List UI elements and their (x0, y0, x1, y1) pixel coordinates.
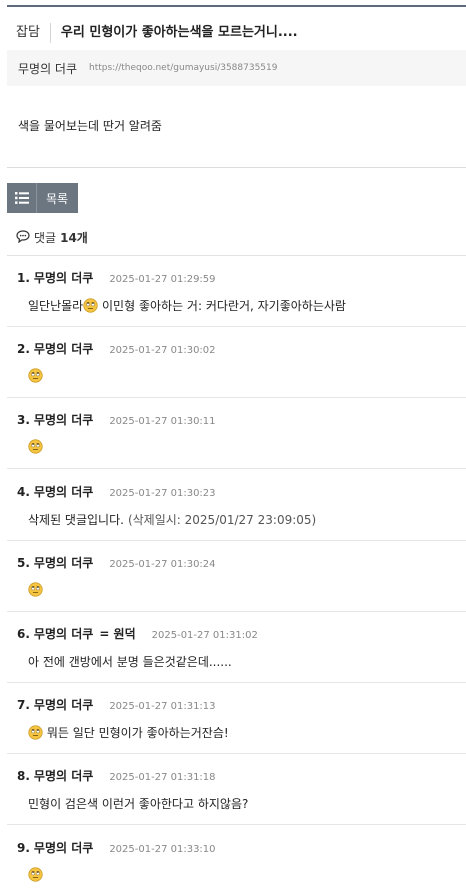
post-url[interactable]: https://theqoo.net/gumayusi/3588735519 (89, 63, 277, 73)
comment-item: 1. 무명의 더쿠 2025-01-27 01:29:59 일단난몰라 이민형 좋아하… (7, 256, 466, 327)
comment-item: 5. 무명의 더쿠 2025-01-27 01:30:24 (7, 541, 466, 612)
comment-body (28, 866, 43, 882)
comment-label: 댓글 (34, 231, 57, 245)
comment-header: 5. 무명의 더쿠 2025-01-27 01:30:24 (17, 554, 216, 571)
post-title: 우리 민형이가 좋아하는색을 모르는거니.... (60, 25, 298, 40)
comment-date: 2025-01-27 01:31:02 (151, 630, 258, 641)
post-content: 색을 물어보는데 딴거 알려줌 (18, 119, 162, 133)
comment-item: 7. 무명의 더쿠 2025-01-27 01:31:13 뭐든 일단 민형이가 좋… (7, 683, 466, 755)
comment-author: 무명의 더쿠 (33, 342, 94, 357)
comment-body (28, 368, 43, 383)
comment-text-after: 이민형 좋아하는 거: 커다란거, 자기좋아하는사람 (98, 299, 346, 313)
comment-item: 2. 무명의 더쿠 2025-01-27 01:30:02 (7, 327, 466, 399)
comment-author: 무명의 더쿠 (33, 555, 94, 570)
comment-item: 8. 무명의 더쿠 2025-01-27 01:31:18 민형이 검은색 이런거 좋… (7, 754, 466, 826)
comment-header: 3. 무명의 더쿠 2025-01-27 01:30:11 (17, 411, 216, 428)
comment-item: 9. 무명의 더쿠 2025-01-27 01:33:10 (7, 826, 466, 896)
comment-text: 민형이 검은색 이런거 좋아한다고 하지않음? (28, 797, 249, 812)
post-title-row: 잡담 우리 민형이가 좋아하는색을 모르는거니.... (7, 18, 466, 48)
comment-author: 무명의 더쿠 (33, 698, 94, 713)
comment-body: 일단난몰라 이민형 좋아하는 거: 커다란거, 자기좋아하는사람 (28, 297, 346, 314)
comment-bubble-icon (16, 229, 34, 246)
list-button-group: 목록 (7, 183, 79, 213)
comment-count-number: 14개 (60, 231, 88, 245)
comment-header: 6. 무명의 더쿠 = 원덕 2025-01-27 01:31:02 (17, 625, 258, 642)
comment-date: 2025-01-27 01:30:02 (109, 345, 216, 357)
comment-date: 2025-01-27 01:30:23 (109, 487, 216, 499)
comment-item: 4. 무명의 더쿠 2025-01-27 01:30:23 삭제된 댓글입니다. (삭제… (7, 470, 466, 541)
comment-body: 뭐든 일단 민형이가 좋아하는거잔슴! (28, 724, 229, 741)
comment-text: 삭제된 댓글입니다. (28, 512, 124, 527)
comment-count: 댓글 14개 (16, 229, 88, 246)
comment-author: 무명의 더쿠 (33, 627, 94, 641)
comment-item: 3. 무명의 더쿠 2025-01-27 01:30:11 (7, 398, 466, 470)
comment-date: 2025-01-27 01:33:10 (109, 843, 216, 855)
comment-body: 삭제된 댓글입니다. (삭제일시: 2025/01/27 23:09:05) (28, 511, 316, 528)
comment-number: 1. (17, 271, 30, 285)
comment-header: 7. 무명의 더쿠 2025-01-27 01:31:13 (17, 696, 216, 713)
comment-author: 무명의 더쿠 (33, 769, 94, 784)
comment-body: 아 전에 갠방에서 분명 들은것같은데...... (28, 653, 232, 670)
post-meta: 무명의 더쿠 https://theqoo.net/gumayusi/35887… (7, 50, 466, 86)
comment-body (28, 439, 43, 455)
content-divider (7, 167, 466, 168)
comment-header: 1. 무명의 더쿠 2025-01-27 01:29:59 (17, 269, 216, 286)
post-category[interactable]: 잡담 (7, 23, 51, 43)
face-with-rolling-eyes-icon (83, 298, 98, 313)
deleted-note: (삭제일시: 2025/01/27 23:09:05) (127, 512, 317, 527)
post-author: 무명의 더쿠 (18, 61, 78, 76)
face-with-rolling-eyes-icon (28, 439, 43, 455)
comment-author: 무명의 더쿠 (33, 271, 94, 285)
face-with-rolling-eyes-icon (28, 866, 43, 882)
comment-text: 아 전에 갠방에서 분명 들은것같은데...... (28, 655, 232, 669)
face-with-rolling-eyes-icon (28, 582, 43, 597)
comment-author: 무명의 더쿠 (33, 840, 94, 855)
comment-number: 7. (17, 698, 30, 713)
comment-header: 8. 무명의 더쿠 2025-01-27 01:31:18 (17, 767, 216, 784)
top-border (7, 5, 466, 7)
face-with-rolling-eyes-icon (28, 368, 43, 383)
comment-header: 4. 무명의 더쿠 2025-01-27 01:30:23 (17, 483, 216, 500)
list-icon[interactable] (7, 183, 37, 213)
comment-author: 무명의 더쿠 (33, 413, 94, 428)
face-with-rolling-eyes-icon (28, 725, 43, 740)
comment-item: 6. 무명의 더쿠 = 원덕 2025-01-27 01:31:02 아 전에 갠방에서… (7, 612, 466, 683)
list-button[interactable]: 목록 (37, 183, 79, 213)
comment-date: 2025-01-27 01:31:13 (109, 701, 216, 713)
comment-number: 8. (17, 769, 30, 784)
comment-author: 무명의 더쿠 (33, 484, 94, 499)
comment-author-badge: = 원덕 (99, 627, 136, 641)
comment-date: 2025-01-27 01:30:11 (109, 416, 216, 428)
comment-number: 4. (17, 484, 30, 499)
comment-body (28, 582, 43, 597)
comment-date: 2025-01-27 01:31:18 (109, 772, 216, 784)
comment-number: 3. (17, 413, 30, 428)
comment-date: 2025-01-27 01:29:59 (109, 274, 216, 285)
comment-number: 6. (17, 627, 30, 641)
comment-body: 민형이 검은색 이런거 좋아한다고 하지않음? (28, 795, 248, 812)
comment-text: 일단난몰라 (28, 299, 84, 313)
comment-header: 9. 무명의 더쿠 2025-01-27 01:33:10 (17, 839, 216, 856)
comment-text-after: 뭐든 일단 민형이가 좋아하는거잔슴! (43, 726, 229, 741)
comment-header: 2. 무명의 더쿠 2025-01-27 01:30:02 (17, 340, 216, 357)
comment-date: 2025-01-27 01:30:24 (109, 558, 216, 570)
comment-number: 9. (17, 840, 30, 855)
comment-number: 2. (17, 342, 30, 357)
comment-number: 5. (17, 555, 30, 570)
